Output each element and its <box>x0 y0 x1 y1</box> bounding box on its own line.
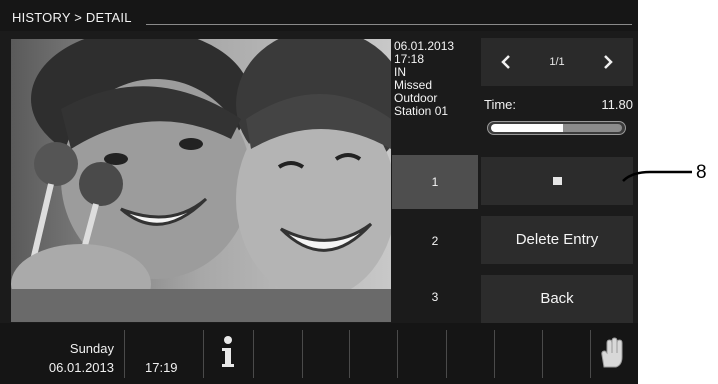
callout-number: 8 <box>696 162 707 183</box>
callout-leader-line <box>622 170 692 182</box>
